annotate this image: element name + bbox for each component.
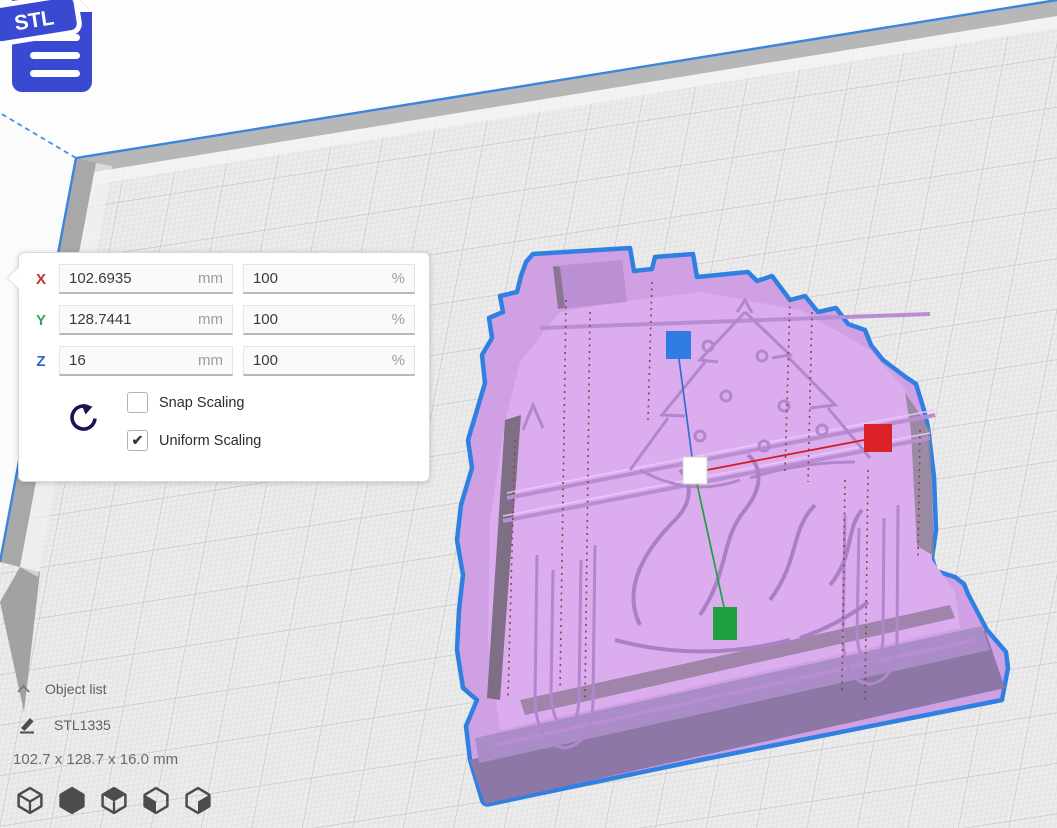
object-list-label: Object list — [45, 681, 106, 697]
view-right-button[interactable] — [182, 786, 214, 816]
scale-y-mm-field[interactable]: 128.7441 mm — [59, 305, 233, 335]
camera-view-toolbar — [14, 786, 214, 816]
uniform-scaling-checkbox[interactable] — [127, 430, 148, 451]
scale-z-mm-value: 16 — [69, 352, 86, 369]
model-dimensions-readout: 102.7 x 128.7 x 16.0 mm — [13, 751, 178, 768]
object-list-toggle[interactable]: Object list — [16, 681, 106, 697]
scale-y-mm-value: 128.7441 — [69, 311, 132, 328]
view-3d-button[interactable] — [14, 786, 46, 816]
viewport: STL X 102.6935 mm 100 % Y 128.7441 mm 1 — [0, 0, 1057, 828]
scale-handle-x[interactable] — [864, 424, 892, 452]
scale-y-percent-unit: % — [392, 311, 405, 328]
view-front-icon — [57, 786, 87, 815]
scale-row-y: Y 128.7441 mm 100 % — [33, 305, 415, 335]
scale-x-mm-value: 102.6935 — [69, 270, 132, 287]
view-left-button[interactable] — [140, 786, 172, 816]
panel-pointer-notch — [8, 267, 19, 289]
scale-z-percent-field[interactable]: 100 % — [243, 346, 415, 376]
scale-y-percent-value: 100 — [253, 311, 278, 328]
view-top-button[interactable] — [98, 786, 130, 816]
view-top-icon — [99, 786, 129, 815]
view-front-button[interactable] — [56, 786, 88, 816]
scale-z-percent-unit: % — [392, 352, 405, 369]
scale-row-z: Z 16 mm 100 % — [33, 346, 415, 376]
reset-scale-button[interactable] — [67, 402, 99, 436]
scale-handle-y[interactable] — [713, 607, 737, 640]
view-right-icon — [183, 786, 213, 815]
axis-y-label: Y — [33, 312, 49, 329]
scale-handle-z[interactable] — [666, 331, 691, 359]
uniform-scaling-label: Uniform Scaling — [159, 433, 261, 449]
snap-scaling-label: Snap Scaling — [159, 395, 244, 411]
stl-file-thumbnail: STL — [0, 0, 110, 103]
scale-z-mm-field[interactable]: 16 mm — [59, 346, 233, 376]
pencil-icon — [18, 716, 36, 734]
scale-x-percent-unit: % — [392, 270, 405, 287]
axis-x-label: X — [33, 271, 49, 288]
axis-z-label: Z — [33, 353, 49, 370]
object-list-item[interactable]: STL1335 — [18, 716, 111, 734]
scale-x-percent-field[interactable]: 100 % — [243, 264, 415, 294]
scale-tool-panel: X 102.6935 mm 100 % Y 128.7441 mm 100 % … — [18, 252, 430, 482]
snap-scaling-checkbox[interactable] — [127, 392, 148, 413]
scale-z-percent-value: 100 — [253, 352, 278, 369]
scale-handle-center[interactable] — [683, 457, 707, 484]
view-left-icon — [141, 786, 171, 815]
scale-x-mm-field[interactable]: 102.6935 mm — [59, 264, 233, 294]
scale-x-percent-value: 100 — [253, 270, 278, 287]
scale-y-mm-unit: mm — [198, 311, 223, 328]
snap-scaling-row: Snap Scaling — [127, 392, 261, 413]
chevron-up-icon — [16, 684, 31, 694]
scale-row-x: X 102.6935 mm 100 % — [33, 264, 415, 294]
scale-y-percent-field[interactable]: 100 % — [243, 305, 415, 335]
view-3d-icon — [15, 786, 45, 815]
object-name: STL1335 — [54, 717, 111, 733]
scale-z-mm-unit: mm — [198, 352, 223, 369]
scale-x-mm-unit: mm — [198, 270, 223, 287]
uniform-scaling-row: Uniform Scaling — [127, 430, 261, 451]
